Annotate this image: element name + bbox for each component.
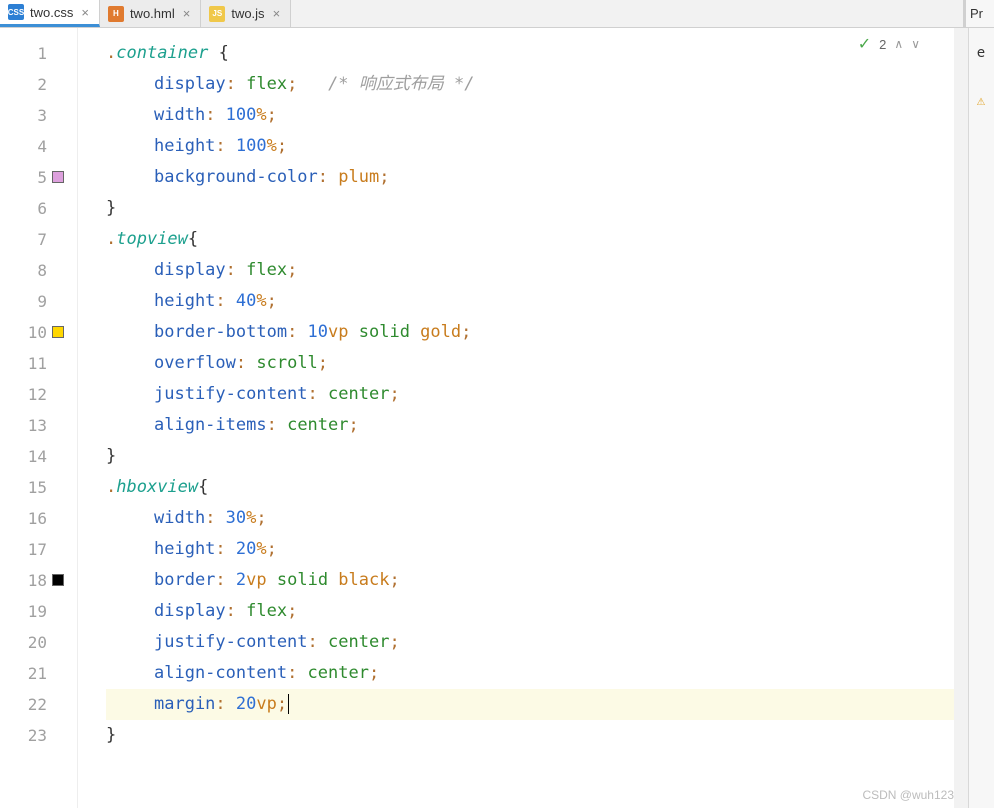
line-number: 4 (0, 131, 77, 162)
tab-bar: CSS two.css × H two.hml × JS two.js × Pr (0, 0, 994, 28)
tab-label: two.css (30, 5, 73, 20)
line-number: 21 (0, 658, 77, 689)
code-line[interactable]: height: 100%; (106, 131, 954, 162)
line-number: 6 (0, 193, 77, 224)
code-line[interactable]: height: 40%; (106, 286, 954, 317)
line-number: 11 (0, 348, 77, 379)
file-icon-js: JS (209, 6, 225, 22)
close-icon[interactable]: × (183, 6, 191, 21)
line-number: 2 (0, 69, 77, 100)
line-number: 23 (0, 720, 77, 751)
code-line[interactable]: justify-content: center; (106, 627, 954, 658)
code-line[interactable]: align-content: center; (106, 658, 954, 689)
code-line[interactable]: .container { (106, 38, 954, 69)
right-side-strip: e ⚠ (968, 28, 994, 808)
close-icon[interactable]: × (273, 6, 281, 21)
color-swatch-icon (52, 171, 64, 183)
code-line[interactable]: border: 2vp solid black; (106, 565, 954, 596)
line-number: 5 (0, 162, 77, 193)
file-icon-css: CSS (8, 4, 24, 20)
code-line[interactable]: width: 30%; (106, 503, 954, 534)
code-line[interactable]: margin: 20vp; (106, 689, 954, 720)
line-number: 16 (0, 503, 77, 534)
file-icon-hml: H (108, 6, 124, 22)
code-line[interactable]: } (106, 441, 954, 472)
editor-main: 1234567891011121314151617181920212223 ✓ … (0, 28, 994, 808)
color-swatch-icon (52, 326, 64, 338)
line-number: 3 (0, 100, 77, 131)
code-line[interactable]: border-bottom: 10vp solid gold; (106, 317, 954, 348)
line-number: 14 (0, 441, 77, 472)
watermark: CSDN @wuh123 (862, 788, 954, 802)
line-number: 17 (0, 534, 77, 565)
code-line[interactable]: justify-content: center; (106, 379, 954, 410)
line-number: 20 (0, 627, 77, 658)
code-line[interactable]: background-color: plum; (106, 162, 954, 193)
color-swatch-icon (52, 574, 64, 586)
line-number: 22 (0, 689, 77, 720)
gutter: 1234567891011121314151617181920212223 (0, 28, 78, 808)
code-line[interactable]: align-items: center; (106, 410, 954, 441)
tab-two-js[interactable]: JS two.js × (201, 0, 291, 27)
vertical-scrollbar[interactable] (954, 28, 968, 808)
strip-marker: e (971, 44, 991, 62)
code-line[interactable]: .hboxview{ (106, 472, 954, 503)
line-number: 12 (0, 379, 77, 410)
code-line[interactable]: display: flex; /* 响应式布局 */ (106, 69, 954, 100)
code-line[interactable]: height: 20%; (106, 534, 954, 565)
line-number: 8 (0, 255, 77, 286)
tab-label: two.hml (130, 6, 175, 21)
right-panel-tab[interactable]: Pr (964, 0, 994, 27)
tab-label: two.js (231, 6, 264, 21)
tab-two-css[interactable]: CSS two.css × (0, 0, 100, 27)
code-line[interactable]: display: flex; (106, 596, 954, 627)
code-line[interactable]: .topview{ (106, 224, 954, 255)
line-number: 9 (0, 286, 77, 317)
tab-two-hml[interactable]: H two.hml × (100, 0, 201, 27)
tabbar-filler (291, 0, 964, 27)
line-number: 1 (0, 38, 77, 69)
code-area[interactable]: ✓ 2 ∧ ∨ .container {display: flex; /* 响应… (78, 28, 954, 808)
warning-icon: ⚠ (971, 92, 991, 110)
text-caret (288, 694, 289, 714)
line-number: 7 (0, 224, 77, 255)
close-icon[interactable]: × (81, 5, 89, 20)
line-number: 13 (0, 410, 77, 441)
code-line[interactable]: overflow: scroll; (106, 348, 954, 379)
line-number: 10 (0, 317, 77, 348)
line-number: 18 (0, 565, 77, 596)
code-line[interactable]: } (106, 193, 954, 224)
code-line[interactable]: } (106, 720, 954, 751)
code-line[interactable]: display: flex; (106, 255, 954, 286)
line-number: 19 (0, 596, 77, 627)
code-line[interactable]: width: 100%; (106, 100, 954, 131)
line-number: 15 (0, 472, 77, 503)
